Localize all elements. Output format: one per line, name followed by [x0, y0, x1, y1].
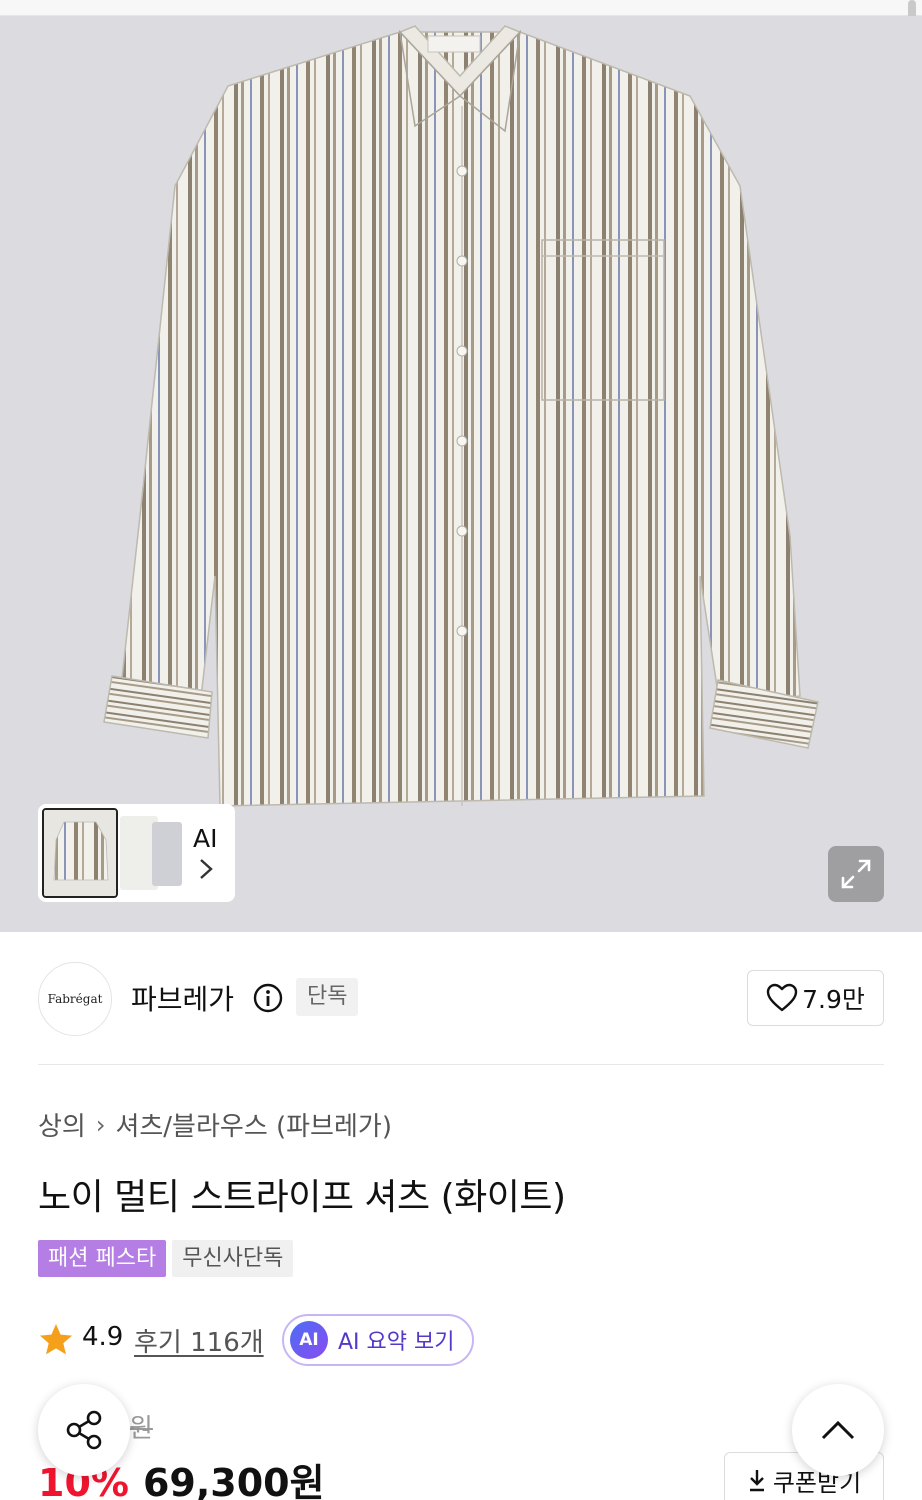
heart-icon [766, 983, 798, 1012]
brand-name[interactable]: 파브레가 [131, 978, 234, 1018]
divider [38, 1064, 884, 1065]
breadcrumb: 상의 › 셔츠/블라우스 (파브레가) [38, 1106, 392, 1143]
info-icon[interactable] [252, 982, 284, 1014]
breadcrumb-category[interactable]: 상의 [38, 1106, 86, 1143]
ai-summary-label: AI 요약 보기 [338, 1330, 455, 1355]
review-count-link[interactable]: 후기 116개 [134, 1322, 264, 1359]
product-image[interactable]: AI [0, 16, 922, 932]
expand-button[interactable] [828, 846, 884, 902]
chevron-right-icon: › [95, 1110, 106, 1139]
ai-badge-icon: AI [290, 1321, 328, 1359]
thumbnail-strip[interactable]: AI [38, 804, 235, 902]
browser-top-bar [0, 0, 922, 16]
product-title: 노이 멀티 스트라이프 셔츠 (화이트) [38, 1177, 566, 1218]
download-icon [749, 1470, 764, 1492]
star-icon [40, 1324, 72, 1355]
thumbnail-ai-label[interactable]: AI [193, 824, 217, 853]
brand-exclusive-badge: 단독 [296, 978, 359, 1016]
brand-logo[interactable]: Fabrégat [38, 962, 112, 1036]
share-button[interactable] [38, 1384, 130, 1476]
sale-price: 69,300원 [142, 1461, 325, 1500]
shirt-image [103, 25, 819, 807]
like-count: 7.9만 [802, 985, 865, 1014]
breadcrumb-subcategory[interactable]: 셔츠/블라우스 (파브레가) [115, 1106, 392, 1143]
chevron-up-icon [821, 1420, 855, 1440]
product-tags: 패션 페스타 무신사단독 [38, 1240, 294, 1277]
like-button[interactable]: 7.9만 [747, 970, 884, 1026]
thumbnail-3[interactable] [152, 822, 182, 886]
thumbnail-shirt-image [44, 810, 116, 896]
scroll-to-top-button[interactable] [792, 1384, 884, 1476]
thumbnail-selected[interactable] [42, 808, 118, 898]
rating-value: 4.9 [82, 1322, 124, 1352]
tag-fashion-festa: 패션 페스타 [38, 1240, 167, 1277]
rating-row: 4.9 후기 116개 AI AI 요약 보기 [38, 1314, 538, 1366]
share-icon [66, 1410, 102, 1450]
tag-musinsa-exclusive: 무신사단독 [172, 1240, 294, 1277]
brand-row: Fabrégat 파브레가 단독 7.9만 [38, 960, 884, 1036]
expand-icon [841, 859, 871, 889]
chevron-right-icon[interactable] [198, 858, 214, 885]
ai-summary-button[interactable]: AI AI 요약 보기 [282, 1314, 474, 1366]
